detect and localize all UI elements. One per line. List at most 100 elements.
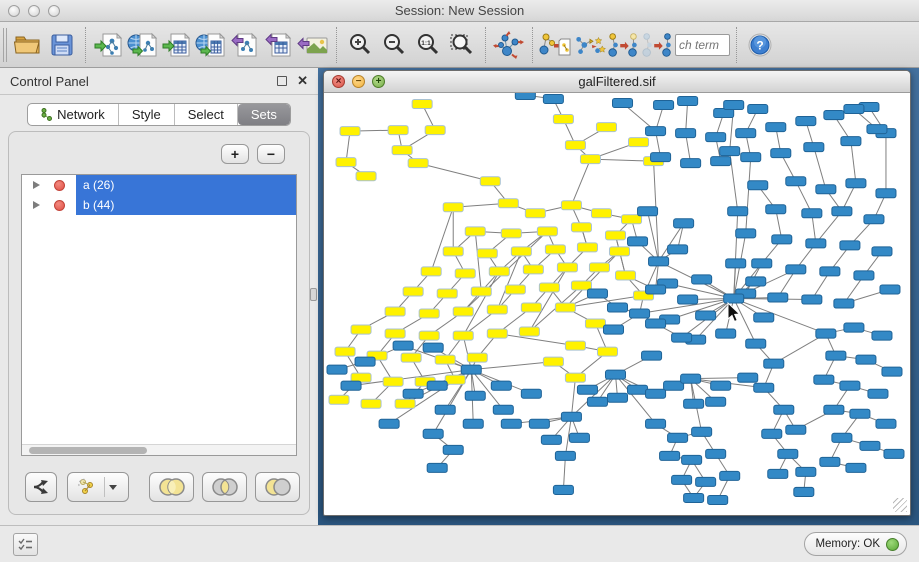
difference-sets-button[interactable] [255, 472, 300, 502]
list-item[interactable]: b (44) [22, 195, 296, 215]
network-node [388, 126, 408, 135]
network-node [461, 365, 481, 374]
combo-divider [104, 477, 105, 497]
save-session-button[interactable] [45, 27, 79, 63]
sets-list[interactable]: a (26) b (44) [21, 174, 297, 456]
import-network-from-web-button[interactable] [126, 27, 160, 63]
network-node [385, 307, 405, 316]
network-canvas-svg[interactable] [325, 93, 909, 514]
resize-grip[interactable] [893, 498, 907, 512]
network-node [678, 97, 698, 106]
network-node [403, 389, 423, 398]
network-node [826, 351, 846, 360]
new-network-from-selection-all-button[interactable] [607, 27, 641, 63]
toolbar-separator [85, 27, 86, 63]
intersect-sets-button[interactable] [202, 472, 247, 502]
control-panel-title: Control Panel [10, 74, 277, 89]
network-node [622, 215, 642, 224]
network-node [443, 203, 463, 212]
toolbar-drag-grip[interactable] [3, 28, 7, 62]
zoom-actual-size-button[interactable]: 1:1 [411, 27, 445, 63]
scrollbar-thumb[interactable] [29, 447, 147, 454]
apply-layout-button[interactable] [492, 27, 526, 63]
import-table-from-web-button[interactable] [194, 27, 228, 63]
network-node [561, 412, 581, 421]
zoom-fit-selected-button[interactable] [445, 27, 479, 63]
venn-intersection-icon [210, 477, 240, 497]
export-table-button[interactable] [262, 27, 296, 63]
network-node [401, 353, 421, 362]
network-node [379, 419, 399, 428]
network-node [824, 405, 844, 414]
network-node [681, 374, 701, 383]
zoom-actual-size-icon: 1:1 [415, 32, 441, 58]
expand-triangle-icon[interactable] [33, 181, 40, 189]
remove-set-button[interactable]: − [257, 144, 285, 164]
memory-status-button[interactable]: Memory: OK [804, 532, 907, 556]
network-node [607, 393, 627, 402]
venn-union-icon [157, 477, 187, 497]
horizontal-scrollbar[interactable] [22, 444, 296, 455]
network-node [864, 215, 884, 224]
network-node [846, 463, 866, 472]
open-session-button[interactable] [11, 27, 45, 63]
network-node [668, 433, 688, 442]
network-node [786, 425, 806, 434]
tab-style[interactable]: Style [119, 104, 175, 125]
network-node [421, 267, 441, 276]
tab-select-label: Select [188, 107, 224, 122]
network-canvas[interactable] [325, 93, 909, 514]
new-network-from-selection-selected-button[interactable] [641, 27, 675, 63]
network-node [646, 319, 666, 328]
import-network-from-file-button[interactable] [92, 27, 126, 63]
network-node [577, 243, 597, 252]
split-set-button[interactable] [25, 472, 57, 502]
tab-network[interactable]: Network [28, 104, 119, 125]
network-node [537, 227, 557, 236]
network-node [565, 373, 585, 382]
network-node [425, 126, 445, 135]
network-window-titlebar[interactable]: × − + galFiltered.sif [324, 71, 910, 93]
network-node [882, 367, 902, 376]
tab-sets-label: Sets [251, 107, 277, 122]
network-node [453, 307, 473, 316]
select-first-neighbors-button[interactable] [573, 27, 607, 63]
tab-sets[interactable]: Sets [238, 104, 290, 125]
import-table-from-file-button[interactable] [160, 27, 194, 63]
network-node [403, 287, 423, 296]
network-node [802, 209, 822, 218]
network-node [541, 435, 561, 444]
network-node [545, 245, 565, 254]
set-label: a (26) [76, 178, 114, 192]
network-node [603, 325, 623, 334]
network-node [489, 267, 509, 276]
tab-select[interactable]: Select [175, 104, 238, 125]
export-image-button[interactable] [296, 27, 330, 63]
chevron-down-icon[interactable] [109, 485, 117, 490]
export-table-icon [264, 31, 294, 59]
union-sets-button[interactable] [149, 472, 194, 502]
expand-triangle-icon[interactable] [33, 201, 40, 209]
network-node [629, 138, 649, 147]
zoom-out-button[interactable] [377, 27, 411, 63]
add-set-button[interactable]: + [221, 144, 249, 164]
splitter-handle[interactable] [310, 288, 317, 301]
list-item[interactable]: a (26) [22, 175, 296, 195]
automation-panel-button[interactable] [13, 533, 38, 556]
close-panel-icon[interactable]: ✕ [297, 76, 308, 86]
network-node [465, 391, 485, 400]
network-node [646, 127, 666, 136]
create-set-combo-button[interactable] [67, 472, 129, 502]
network-node [880, 285, 900, 294]
help-button[interactable]: ? [743, 27, 777, 63]
export-network-button[interactable] [228, 27, 262, 63]
network-node [612, 99, 632, 108]
search-input[interactable] [675, 34, 730, 56]
network-node [605, 231, 625, 240]
float-panel-icon[interactable] [277, 76, 287, 86]
export-selection-to-file-button[interactable] [539, 27, 573, 63]
network-node [487, 305, 507, 314]
network-view-window[interactable]: × − + galFiltered.sif [323, 70, 911, 516]
network-node [463, 419, 483, 428]
zoom-in-button[interactable] [343, 27, 377, 63]
